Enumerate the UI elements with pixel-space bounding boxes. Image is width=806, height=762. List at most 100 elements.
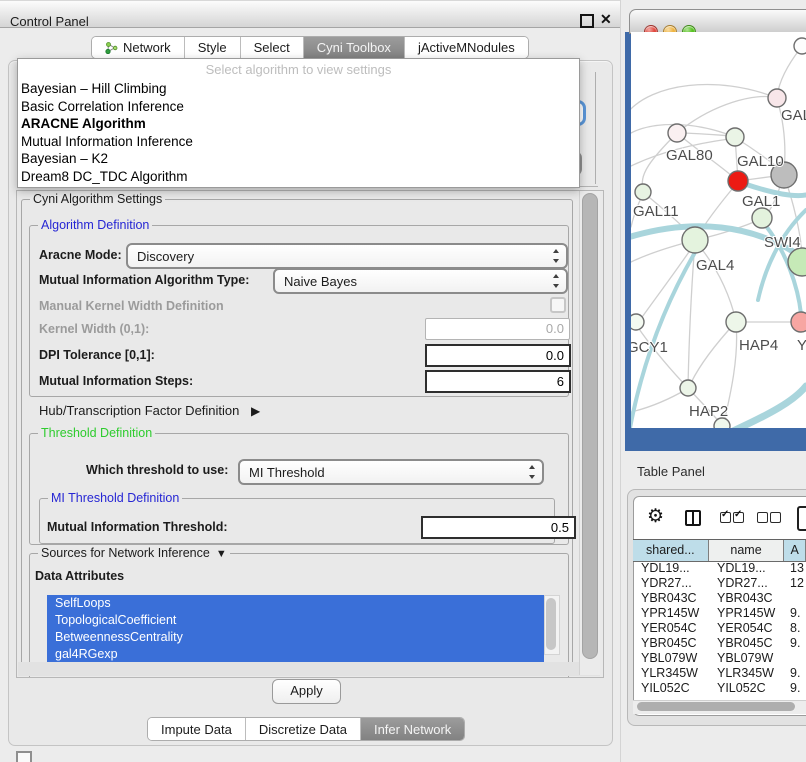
node-y[interactable]	[791, 312, 806, 332]
node-swi4[interactable]	[752, 208, 772, 228]
cell: 9.	[785, 636, 806, 651]
mi-steps-field[interactable]: 6	[425, 370, 571, 393]
node[interactable]	[794, 38, 806, 54]
node-hap2[interactable]	[680, 380, 696, 396]
algorithm-option[interactable]: Basic Correlation Inference	[18, 98, 579, 116]
manual-kernel-checkbox[interactable]	[550, 297, 566, 313]
cell: 8.	[785, 621, 806, 636]
node-label: HAP2	[689, 403, 728, 420]
algorithm-option[interactable]: Dream8 DC_TDC Algorithm	[18, 168, 579, 186]
dropdown-placeholder: Select algorithm to view settings	[18, 59, 579, 80]
table-row[interactable]: YBL079WYBL079W	[633, 651, 806, 666]
tab-label: Cyni Toolbox	[317, 40, 391, 55]
table-row[interactable]: YER054CYER054C8.	[633, 621, 806, 636]
tab-discretize-data[interactable]: Discretize Data	[246, 718, 361, 740]
horizontal-scrollbar[interactable]	[18, 662, 600, 676]
node-gal1[interactable]	[728, 171, 748, 191]
column-header-name[interactable]: name	[709, 540, 785, 561]
node-gal4[interactable]	[682, 227, 708, 253]
tab-label: Network	[123, 40, 171, 55]
checked-checkbox-icon[interactable]: ✓	[733, 512, 744, 523]
algorithm-option[interactable]: Mutual Information Inference	[18, 133, 579, 151]
cell: YIL052C	[709, 681, 785, 696]
node-gal10[interactable]	[726, 128, 744, 146]
tab-select[interactable]: Select	[241, 37, 304, 58]
kernel-width-field[interactable]: 0.0	[425, 318, 570, 340]
algorithm-option[interactable]: ARACNE Algorithm	[18, 115, 579, 133]
tab-style[interactable]: Style	[185, 37, 241, 58]
attribute-item[interactable]: SelfLoops	[47, 595, 544, 612]
aracne-mode-select[interactable]: Discovery	[126, 243, 568, 269]
node-gal80[interactable]	[668, 124, 686, 142]
cell: YBL079W	[633, 651, 709, 666]
node-label: GAL10	[737, 153, 784, 170]
tab-label: jActiveMNodules	[418, 40, 515, 55]
table-row[interactable]: YBR043CYBR043C	[633, 591, 806, 606]
table-row[interactable]: YBR045CYBR045C9.	[633, 636, 806, 651]
tab-network[interactable]: Network	[92, 37, 185, 58]
tab-jactivemnodules[interactable]: jActiveMNodules	[405, 37, 528, 58]
node-label: Y	[797, 337, 806, 354]
selected-value: MI Threshold	[249, 461, 325, 483]
scrollbar-thumb[interactable]	[546, 598, 556, 650]
dpi-tolerance-label: DPI Tolerance [0,1]:	[39, 346, 155, 364]
mi-type-label: Mutual Information Algorithm Type:	[39, 271, 249, 289]
node-gal11[interactable]	[635, 184, 651, 200]
data-attributes-label: Data Attributes	[35, 569, 124, 583]
cell: YDR27...	[633, 576, 709, 591]
table-row[interactable]: YLR345WYLR345W9.	[633, 666, 806, 681]
unchecked-checkbox-icon[interactable]	[757, 512, 768, 523]
close-icon[interactable]: ✕	[600, 11, 612, 28]
dpi-tolerance-field[interactable]: 0.0	[425, 344, 571, 367]
column-header-a[interactable]: A	[784, 540, 806, 561]
tab-cyni-toolbox[interactable]: Cyni Toolbox	[304, 37, 405, 58]
tab-infer-network[interactable]: Infer Network	[361, 718, 464, 740]
network-graph[interactable]: GALGAL80GAL10GAL1GAL11SWI4GAL4GCY1HAP4YH…	[631, 32, 806, 428]
chevron-down-icon[interactable]: ▼	[216, 548, 227, 560]
mi-type-select[interactable]: Naive Bayes	[273, 268, 568, 294]
group-title: Cyni Algorithm Settings	[30, 192, 165, 206]
cell: YBL079W	[709, 651, 785, 666]
which-threshold-select[interactable]: MI Threshold	[238, 459, 544, 485]
node-hap4[interactable]	[726, 312, 746, 332]
columns-icon[interactable]	[685, 510, 701, 526]
node-gal[interactable]	[768, 89, 786, 107]
algorithm-option[interactable]: Bayesian – Hill Climbing	[18, 80, 579, 98]
attributes-scrollbar[interactable]	[544, 595, 560, 655]
table-tool-icon[interactable]	[797, 506, 806, 531]
algorithm-option[interactable]: Bayesian – K2	[18, 150, 579, 168]
checked-checkbox-icon[interactable]: ✓	[720, 512, 731, 523]
network-window-titlebar[interactable]	[629, 9, 806, 34]
scrollbar-thumb[interactable]	[582, 193, 598, 659]
hub-definition-expander[interactable]: Hub/Transcription Factor Definition ▶	[39, 402, 260, 420]
table-row[interactable]: YIL052CYIL052C9.	[633, 681, 806, 696]
table-row[interactable]: YPR145WYPR145W9.	[633, 606, 806, 621]
unchecked-checkbox-icon[interactable]	[770, 512, 781, 523]
gear-icon[interactable]: ⚙	[647, 505, 664, 528]
tab-impute-data[interactable]: Impute Data	[148, 718, 246, 740]
edge	[631, 84, 777, 112]
node-label: HAP4	[739, 337, 778, 354]
column-header-shared-[interactable]: shared...	[633, 540, 709, 561]
node-gcy1[interactable]	[631, 314, 644, 330]
groupbox-edge-fragment	[595, 72, 596, 184]
mi-threshold-field[interactable]: 0.5	[421, 516, 576, 539]
edge	[733, 386, 806, 428]
apply-button[interactable]: Apply	[272, 679, 341, 704]
screen: Control Panel ✕ NetworkStyleSelectCyni T…	[0, 0, 806, 762]
minimized-panel-icon[interactable]	[16, 751, 32, 762]
float-window-icon[interactable]	[580, 14, 594, 28]
chevron-right-icon: ▶	[251, 404, 260, 418]
scrollbar-thumb[interactable]	[637, 702, 795, 711]
attribute-item[interactable]: gal4RGexp	[47, 646, 544, 663]
cell: YER054C	[633, 621, 709, 636]
cell: YPR145W	[709, 606, 785, 621]
group-title: Threshold Definition	[38, 426, 155, 440]
table-panel-title: Table Panel	[637, 464, 705, 479]
table-row[interactable]: YDR27...YDR27...12	[633, 576, 806, 591]
bottom-tab-bar: Impute DataDiscretize DataInfer Network	[147, 717, 465, 741]
attribute-item[interactable]: BetweennessCentrality	[47, 629, 544, 646]
table-row[interactable]: YDL19...YDL19...13	[633, 561, 806, 576]
data-attributes-list: SelfLoopsTopologicalCoefficientBetweenne…	[47, 595, 544, 663]
attribute-item[interactable]: TopologicalCoefficient	[47, 612, 544, 629]
